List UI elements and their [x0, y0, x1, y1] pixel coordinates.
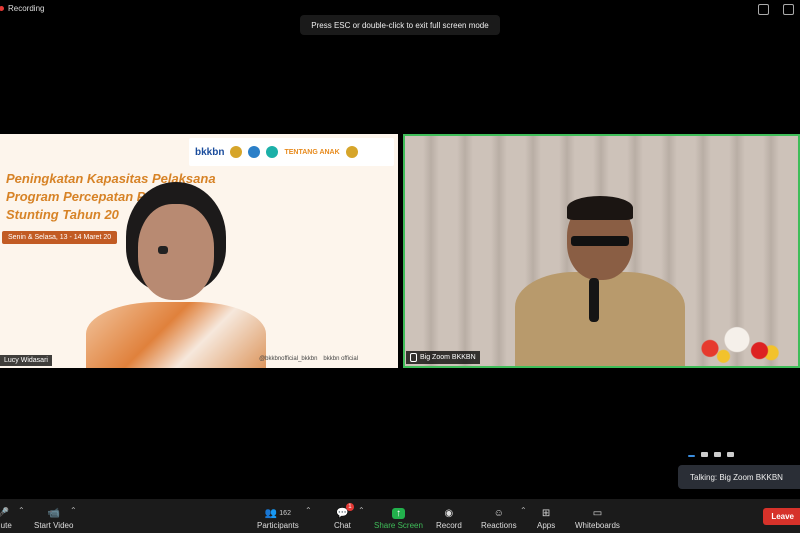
record-icon: ◉ [444, 508, 454, 519]
participants-label: Participants [257, 521, 299, 530]
recording-label: Recording [8, 4, 45, 13]
apps-label: Apps [537, 521, 556, 530]
chat-options-chevron-icon[interactable]: ⌃ [358, 506, 365, 515]
talking-indicator: Talking: Big Zoom BKKBN [678, 465, 800, 489]
fullscreen-hint-banner: Press ESC or double-click to exit full s… [300, 15, 500, 35]
sponsor-logos: bkkbn TENTANG ANAK [189, 138, 394, 166]
chat-icon: 💬 1 [336, 503, 354, 519]
start-video-button[interactable]: 📹 Start Video [34, 508, 73, 530]
shirt [86, 302, 266, 368]
emblem-icon [230, 146, 243, 158]
record-label: Record [436, 521, 462, 530]
participants-options-chevron-icon[interactable]: ⌃ [305, 506, 312, 515]
video-tile-big-zoom[interactable]: Big Zoom BKKBN [403, 134, 800, 368]
chat-badge: 1 [345, 503, 354, 511]
reactions-icon: ☺ [493, 508, 504, 519]
mic-muted-icon [410, 353, 417, 362]
name-tag-big-zoom-label: Big Zoom BKKBN [420, 354, 476, 361]
start-video-label: Start Video [34, 521, 74, 530]
glasses [571, 236, 629, 246]
grid-icon[interactable] [727, 452, 734, 457]
recording-indicator[interactable]: Recording [0, 4, 44, 13]
strip-view-icon[interactable] [714, 452, 721, 457]
whiteboards-label: Whiteboards [575, 521, 620, 530]
tentang-anak-logo: TENTANG ANAK [284, 148, 340, 156]
handheld-mic [589, 278, 599, 322]
social-handle-2: bkkbn official [323, 356, 358, 362]
participant-video-lucy [86, 182, 266, 368]
participants-button[interactable]: 👥 162 Participants [257, 508, 299, 530]
minimize-icon[interactable] [758, 4, 769, 15]
uniform [515, 272, 685, 366]
fullscreen-hint-text: Press ESC or double-click to exit full s… [311, 20, 489, 30]
whiteboards-icon: ▭ [592, 508, 603, 519]
participant-video-big-zoom [515, 196, 685, 366]
name-tag-lucy: Lucy Widasari [0, 355, 52, 366]
talking-text: Talking: Big Zoom BKKBN [690, 472, 783, 482]
participants-count: 162 [279, 510, 291, 517]
meeting-toolbar: 🎤 Mute ⌃ 📹 Start Video ⌃ 👥162 Participan… [0, 499, 800, 533]
video-off-icon: 📹 [47, 508, 60, 519]
seal-icon [345, 146, 358, 158]
apps-icon: ⊞ [541, 508, 551, 519]
partner-logo-icon [266, 146, 279, 158]
video-options-chevron-icon[interactable]: ⌃ [70, 506, 77, 515]
bkkbn-logo: bkkbn [195, 146, 225, 158]
grid-view-icon[interactable] [783, 4, 794, 15]
window-controls [758, 4, 794, 15]
chat-label: Chat [334, 521, 351, 530]
whiteboards-button[interactable]: ▭ Whiteboards [575, 508, 620, 530]
mute-button[interactable]: 🎤 Mute [0, 508, 12, 530]
chat-button[interactable]: 💬 1 Chat [334, 503, 354, 530]
reactions-button[interactable]: ☺ Reactions [481, 508, 517, 530]
leave-button[interactable]: Leave [763, 508, 800, 525]
share-screen-label: Share Screen [374, 521, 423, 530]
reactions-label: Reactions [481, 521, 517, 530]
face [138, 204, 214, 300]
headset-mic [158, 246, 168, 254]
mic-icon: 🎤 [0, 508, 10, 519]
flower-arrangement [692, 322, 782, 366]
name-tag-big-zoom: Big Zoom BKKBN [406, 351, 480, 364]
ppp-logo-icon [248, 146, 261, 158]
mute-options-chevron-icon[interactable]: ⌃ [18, 506, 25, 515]
reactions-options-chevron-icon[interactable]: ⌃ [520, 506, 527, 515]
share-screen-icon: ↑ [391, 508, 405, 519]
gallery-view-icon[interactable] [701, 452, 708, 457]
slide-social-handles: @bkkbnofficial_bkkbn bkkbn official [259, 356, 358, 362]
social-handle-1: @bkkbnofficial_bkkbn [259, 356, 318, 362]
apps-button[interactable]: ⊞ Apps [537, 508, 555, 530]
share-screen-button[interactable]: ↑ Share Screen [374, 508, 423, 530]
speaker-view-icon[interactable] [688, 455, 695, 457]
hair [567, 196, 633, 220]
recording-dot-icon [0, 6, 4, 11]
video-tile-lucy[interactable]: bkkbn TENTANG ANAK Peningkatan Kapasitas… [0, 134, 398, 368]
view-switcher[interactable] [688, 452, 734, 457]
mute-label: Mute [0, 521, 12, 530]
record-button[interactable]: ◉ Record [436, 508, 462, 530]
participants-icon: 👥 162 [264, 508, 291, 519]
